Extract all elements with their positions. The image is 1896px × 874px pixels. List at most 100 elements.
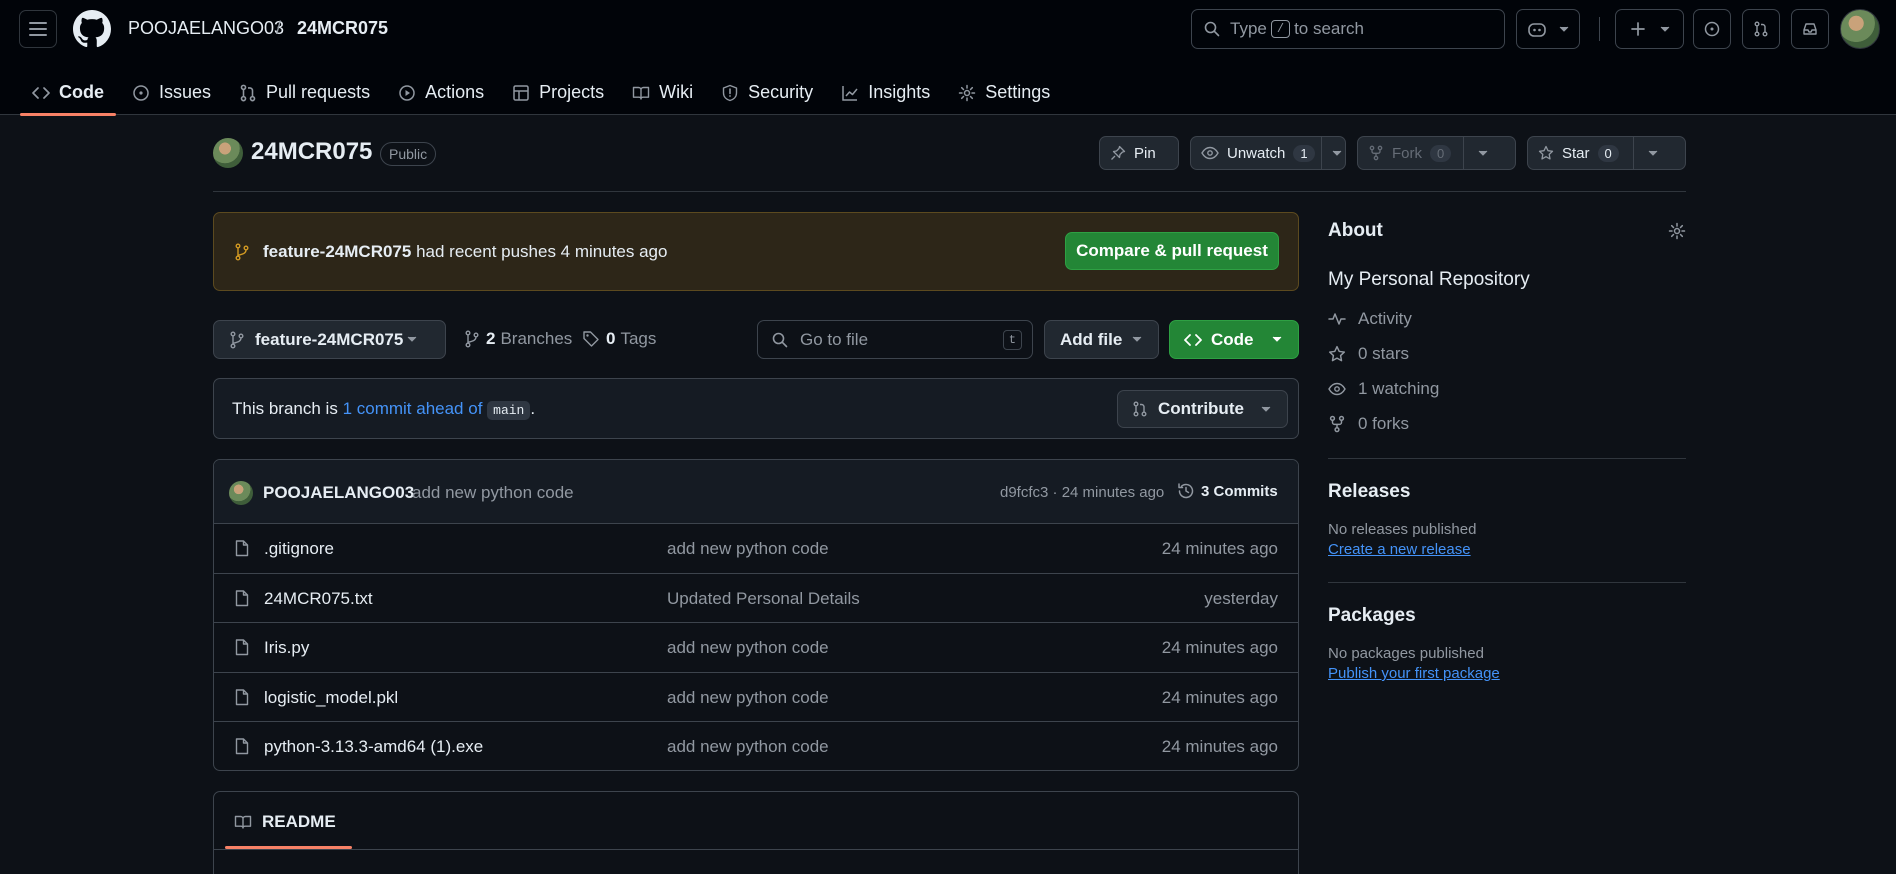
search-placeholder-suffix: to search	[1294, 19, 1364, 38]
stars-label: 0 stars	[1358, 344, 1410, 363]
tab-projects[interactable]: Projects	[500, 70, 616, 115]
commits-ahead-link[interactable]: 1 commit ahead of	[343, 399, 483, 418]
star-dropdown[interactable]	[1632, 137, 1672, 169]
tab-projects-label: Projects	[539, 82, 605, 102]
inbox-button[interactable]	[1791, 9, 1829, 49]
readme-tab-label: README	[262, 812, 336, 831]
header-divider	[1599, 17, 1600, 41]
tab-issues-label: Issues	[159, 82, 212, 102]
code-button[interactable]: Code	[1169, 320, 1299, 359]
repo-title[interactable]: 24MCR075	[251, 138, 372, 166]
issues-header-button[interactable]	[1693, 9, 1731, 49]
commit-message[interactable]: add new python code	[412, 483, 574, 503]
commits-history-link[interactable]: 3 Commits	[1177, 482, 1278, 500]
breadcrumb-repo[interactable]: 24MCR075	[297, 18, 388, 39]
watching-link[interactable]: 1 watching	[1328, 379, 1686, 399]
go-to-file-placeholder: Go to file	[800, 329, 869, 349]
activity-link[interactable]: Activity	[1328, 309, 1686, 329]
tab-insights-label: Insights	[868, 82, 931, 102]
contribute-button[interactable]: Contribute	[1117, 390, 1288, 428]
file-commit-message[interactable]: add new python code	[667, 638, 829, 658]
stars-link[interactable]: 0 stars	[1328, 344, 1686, 364]
breadcrumb-owner[interactable]: POOJAELANGO03	[128, 18, 284, 39]
file-name[interactable]: .gitignore	[264, 539, 334, 559]
commit-hash-time[interactable]: d9fcfc3 · 24 minutes ago	[1000, 484, 1164, 501]
packages-heading[interactable]: Packages	[1328, 605, 1686, 627]
readme-tab[interactable]: README	[234, 812, 336, 832]
file-row[interactable]: 24MCR075.txt Updated Personal Details ye…	[214, 574, 1298, 623]
file-name[interactable]: Iris.py	[264, 638, 309, 658]
commit-author-avatar[interactable]	[229, 481, 253, 505]
pull-requests-header-button[interactable]	[1742, 9, 1780, 49]
forks-link[interactable]: 0 forks	[1328, 414, 1686, 434]
tab-pull-requests[interactable]: Pull requests	[227, 70, 382, 115]
fork-dropdown[interactable]	[1463, 137, 1502, 169]
commit-author[interactable]: POOJAELANGO03	[263, 483, 414, 503]
file-name[interactable]: logistic_model.pkl	[264, 688, 398, 708]
file-commit-message[interactable]: add new python code	[667, 737, 829, 757]
file-icon	[235, 589, 249, 606]
file-name[interactable]: python-3.13.3-amd64 (1).exe	[264, 737, 483, 757]
tab-wiki[interactable]: Wiki	[620, 70, 705, 115]
chevron-down-icon	[1660, 26, 1669, 32]
file-commit-message[interactable]: add new python code	[667, 539, 829, 559]
user-avatar[interactable]	[1840, 9, 1880, 49]
tab-security-label: Security	[748, 82, 814, 102]
tab-issues[interactable]: Issues	[120, 70, 223, 115]
tab-security[interactable]: Security	[709, 70, 825, 115]
star-label: Star	[1562, 144, 1590, 162]
branch-icon	[235, 243, 249, 261]
file-commit-message[interactable]: add new python code	[667, 688, 829, 708]
file-commit-message[interactable]: Updated Personal Details	[667, 589, 860, 609]
github-logo-icon[interactable]	[73, 10, 111, 48]
fork-button[interactable]: Fork 0	[1357, 136, 1516, 170]
add-file-button[interactable]: Add file	[1044, 320, 1159, 359]
star-button[interactable]: Star 0	[1527, 136, 1686, 170]
hamburger-menu-button[interactable]	[19, 10, 57, 48]
gear-icon[interactable]	[1668, 222, 1686, 240]
fork-icon	[1369, 145, 1383, 161]
shield-icon	[722, 84, 738, 101]
publish-package-link[interactable]: Publish your first package	[1328, 665, 1686, 682]
recent-push-branch[interactable]: feature-24MCR075	[263, 242, 411, 261]
file-row[interactable]: python-3.13.3-amd64 (1).exe add new pyth…	[214, 722, 1298, 770]
star-icon	[1328, 345, 1346, 362]
file-icon	[235, 639, 249, 656]
file-icon	[235, 738, 249, 755]
branches-link[interactable]: 2 Branches	[464, 329, 572, 349]
pin-button[interactable]: Pin	[1099, 136, 1179, 170]
no-releases-text: No releases published	[1328, 521, 1477, 538]
watch-dropdown[interactable]	[1320, 137, 1352, 169]
branches-count: 2	[486, 329, 496, 348]
go-to-file-input[interactable]: Go to file t	[757, 320, 1033, 359]
file-name[interactable]: 24MCR075.txt	[264, 589, 373, 609]
tab-code[interactable]: Code	[20, 70, 116, 116]
file-row[interactable]: logistic_model.pkl add new python code 2…	[214, 673, 1298, 722]
create-release-link[interactable]: Create a new release	[1328, 541, 1686, 558]
releases-heading[interactable]: Releases	[1328, 481, 1686, 503]
create-new-button[interactable]	[1615, 9, 1684, 49]
repo-owner-avatar[interactable]	[213, 138, 243, 168]
compare-pull-request-button[interactable]: Compare & pull request	[1065, 232, 1279, 270]
file-updated-time: 24 minutes ago	[1161, 539, 1278, 558]
file-row[interactable]: Iris.py add new python code 24 minutes a…	[214, 623, 1298, 673]
tab-actions[interactable]: Actions	[386, 70, 496, 115]
copilot-icon	[1528, 23, 1546, 37]
base-branch-name[interactable]: main	[487, 401, 531, 420]
tab-settings[interactable]: Settings	[946, 70, 1062, 115]
branch-icon	[465, 330, 479, 348]
branch-selector[interactable]: feature-24MCR075	[213, 320, 446, 359]
latest-commit-row: POOJAELANGO03 add new python code d9fcfc…	[214, 460, 1298, 524]
file-row[interactable]: .gitignore add new python code 24 minute…	[214, 524, 1298, 574]
readme-divider	[214, 849, 1298, 850]
branch-icon	[230, 331, 244, 348]
branch-selector-label: feature-24MCR075	[255, 329, 404, 349]
fork-count: 0	[1430, 144, 1452, 162]
copilot-button[interactable]	[1516, 9, 1580, 49]
search-input[interactable]: Type / to search	[1191, 9, 1505, 49]
tab-insights[interactable]: Insights	[829, 70, 942, 115]
tags-link[interactable]: 0 Tags	[582, 329, 656, 349]
book-icon	[234, 815, 252, 829]
pull-request-icon	[240, 84, 256, 101]
unwatch-button[interactable]: Unwatch 1	[1190, 136, 1346, 170]
